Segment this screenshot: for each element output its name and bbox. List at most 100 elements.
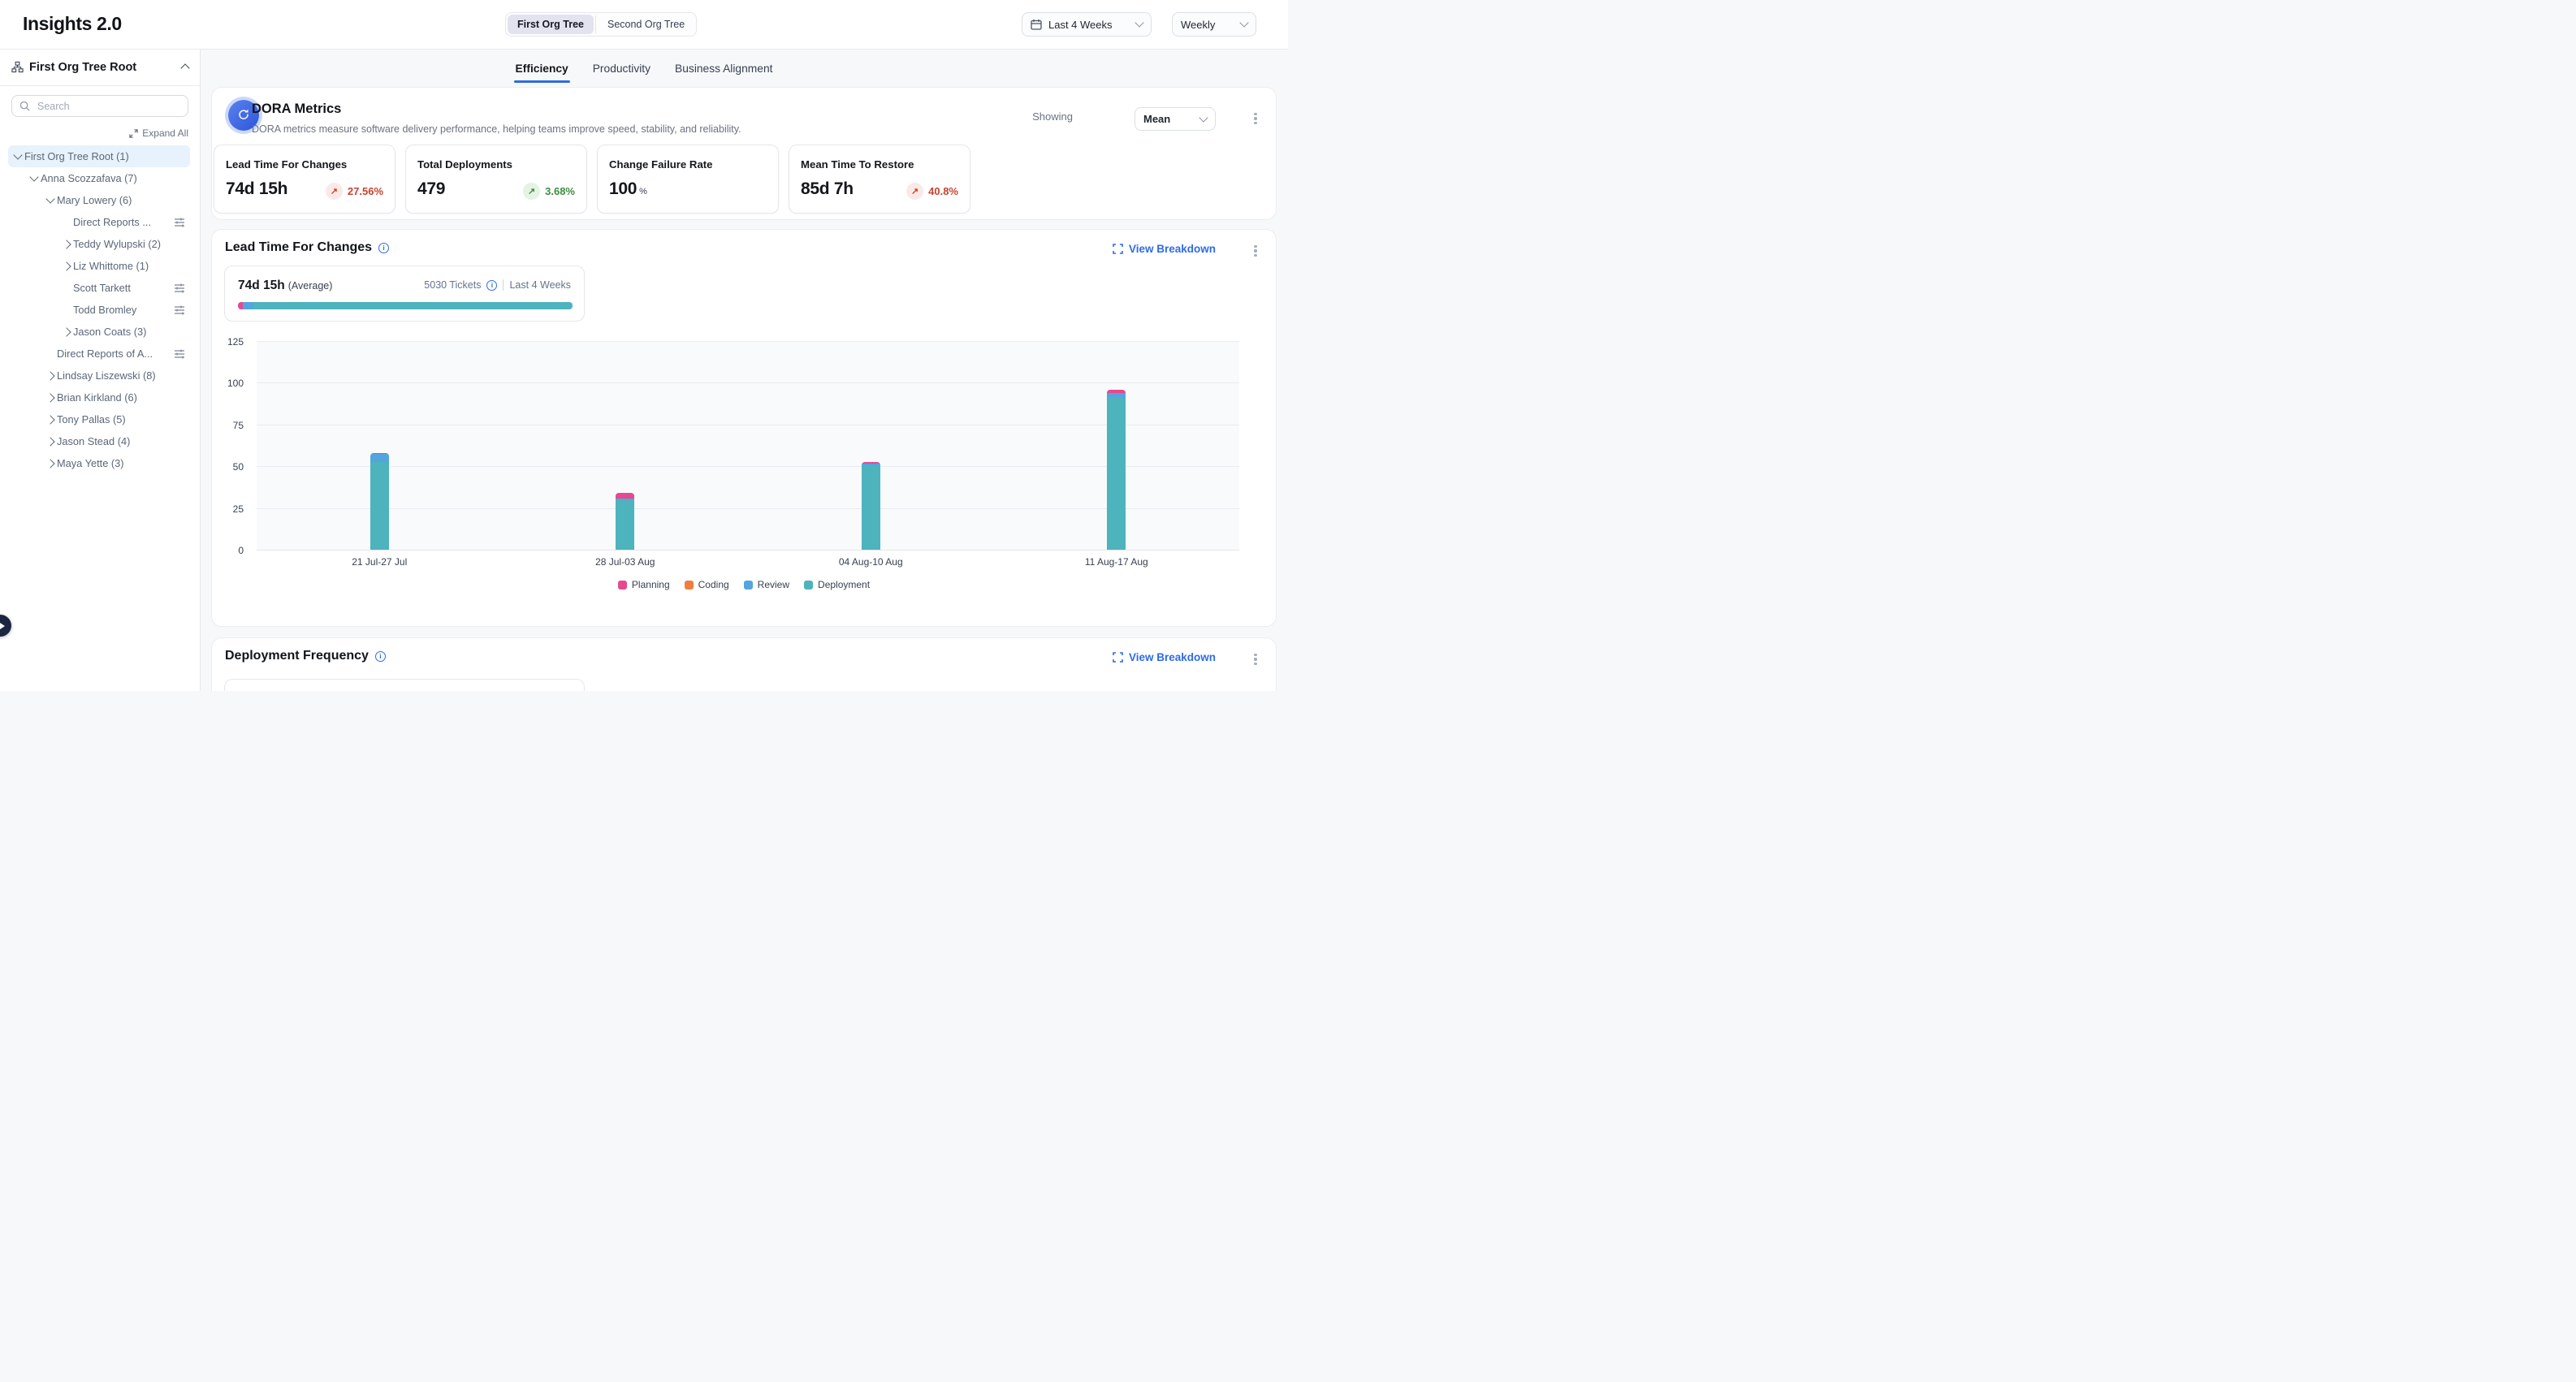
dora-title: DORA Metrics: [252, 101, 341, 117]
divider: [595, 15, 596, 33]
tree-item-label: Jason Coats (3): [73, 326, 200, 338]
insights-app: Insights 2.0 First Org TreeSecond Org Tr…: [0, 0, 1288, 691]
sliders-icon[interactable]: [174, 305, 185, 315]
lead-time-card: Lead Time For Changes i View Breakdown 7…: [212, 230, 1276, 626]
dora-menu-button[interactable]: [1250, 110, 1261, 127]
info-icon[interactable]: i: [486, 280, 497, 291]
sliders-icon[interactable]: [174, 283, 185, 293]
metric-delta: ↗3.68%: [523, 183, 575, 200]
dora-subtitle: DORA metrics measure software delivery p…: [252, 123, 741, 135]
stacked-bar-28-jul-03-aug: [616, 493, 634, 550]
expand-corners-icon: [1113, 652, 1123, 663]
date-range-dropdown[interactable]: Last 4 Weeks: [1022, 12, 1152, 37]
metric-value: 479: [417, 179, 445, 199]
main-tabs: Efficiency Productivity Business Alignment: [0, 49, 1288, 86]
tree-item-maya-yette[interactable]: Maya Yette (3): [0, 452, 200, 474]
tree-item-lindsay-liszewski[interactable]: Lindsay Liszewski (8): [0, 365, 200, 387]
chevron-down-icon[interactable]: [29, 172, 38, 181]
chevron-right-icon[interactable]: [45, 415, 54, 424]
calendar-icon: [1031, 19, 1042, 30]
expand-all-label: Expand All: [142, 127, 188, 139]
lead-time-view-breakdown[interactable]: View Breakdown: [1113, 243, 1216, 255]
expand-all-button[interactable]: Expand All: [129, 127, 188, 139]
gridline: [257, 382, 1239, 383]
chevron-right-icon[interactable]: [45, 393, 54, 402]
distribution-segment-review: [243, 302, 253, 309]
stacked-bar-04-aug-10-aug: [862, 462, 880, 550]
tree-item-scott-tarkett[interactable]: Scott Tarkett: [0, 277, 200, 299]
gridline: [257, 508, 1239, 509]
metric-card-total-deployments: Total Deployments 479 ↗3.68%: [405, 145, 587, 214]
tree-item-label: Teddy Wylupski (2): [73, 238, 200, 250]
lead-time-summary-meta: 5030 Tickets i Last 4 Weeks: [424, 279, 571, 291]
tab-productivity[interactable]: Productivity: [591, 53, 652, 83]
legend-item-deployment: Deployment: [804, 579, 870, 590]
deployment-frequency-view-breakdown[interactable]: View Breakdown: [1113, 651, 1216, 663]
tab-business-alignment[interactable]: Business Alignment: [673, 53, 774, 83]
page-title: Insights 2.0: [23, 13, 122, 35]
tree-item-tony-pallas[interactable]: Tony Pallas (5): [0, 408, 200, 430]
bar-segment-review: [370, 454, 389, 462]
bar-segment-deployment: [1107, 397, 1126, 550]
org-toggle-first-org-tree[interactable]: First Org Tree: [508, 15, 594, 34]
expand-corners-icon: [1113, 244, 1123, 254]
tree-item-brian-kirkland[interactable]: Brian Kirkland (6): [0, 387, 200, 408]
chevron-down-icon[interactable]: [45, 194, 54, 203]
average-label: (Average): [288, 280, 333, 292]
showing-dropdown[interactable]: Mean: [1135, 107, 1216, 131]
sliders-icon[interactable]: [174, 349, 185, 359]
chevron-right-icon[interactable]: [45, 437, 54, 446]
legend-swatch: [618, 581, 627, 590]
org-tree-toggle: First Org TreeSecond Org Tree: [505, 12, 697, 37]
lead-time-distribution-bar: [238, 302, 573, 309]
tree-item-label: Mary Lowery (6): [57, 194, 200, 206]
metric-title: Total Deployments: [417, 158, 512, 171]
legend-item-review: Review: [744, 579, 789, 590]
tree-item-label: Maya Yette (3): [57, 457, 200, 469]
bar-segment-deployment: [616, 499, 634, 551]
gridline: [257, 466, 1239, 467]
chevron-right-icon[interactable]: [45, 371, 54, 380]
chevron-down-icon[interactable]: [13, 150, 22, 159]
tree-item-mary-lowery[interactable]: Mary Lowery (6): [0, 189, 200, 211]
org-toggle-second-org-tree[interactable]: Second Org Tree: [598, 15, 694, 34]
chevron-right-icon[interactable]: [45, 459, 54, 468]
tree-item-todd-bromley[interactable]: Todd Bromley: [0, 299, 200, 321]
trend-up-icon: ↗: [326, 183, 343, 200]
tree-item-liz-whittome[interactable]: Liz Whittome (1): [0, 255, 200, 277]
tree-item-jason-coats[interactable]: Jason Coats (3): [0, 321, 200, 343]
sliders-icon[interactable]: [174, 218, 185, 227]
divider: [503, 279, 504, 291]
tree-item-first-org-tree-root[interactable]: First Org Tree Root (1): [0, 145, 200, 167]
y-tick-label: 50: [216, 461, 244, 473]
search-input[interactable]: [36, 100, 180, 113]
tree-item-label: Direct Reports ...: [73, 216, 174, 228]
sidebar-search: [11, 95, 188, 117]
chevron-right-icon[interactable]: [62, 240, 71, 248]
tree-item-anna-scozzafava[interactable]: Anna Scozzafava (7): [0, 167, 200, 189]
expand-icon: [129, 129, 138, 138]
tree-item-teddy-wylupski[interactable]: Teddy Wylupski (2): [0, 233, 200, 255]
x-tick-label: 28 Jul-03 Aug: [595, 556, 655, 568]
lead-time-menu-button[interactable]: [1250, 243, 1261, 259]
granularity-dropdown[interactable]: Weekly: [1172, 12, 1256, 37]
tree-item-label: Brian Kirkland (6): [57, 391, 200, 404]
chevron-right-icon[interactable]: [62, 261, 71, 270]
chart-legend: PlanningCodingReviewDeployment: [212, 579, 1276, 590]
tree-item-direct-reports[interactable]: Direct Reports ...: [0, 211, 200, 233]
info-icon[interactable]: i: [378, 243, 389, 253]
bar-segment-deployment: [370, 462, 389, 550]
info-icon[interactable]: i: [375, 651, 386, 662]
tree-item-jason-stead[interactable]: Jason Stead (4): [0, 430, 200, 452]
tab-efficiency[interactable]: Efficiency: [514, 53, 570, 83]
x-tick-label: 04 Aug-10 Aug: [839, 556, 903, 568]
metric-title: Lead Time For Changes: [226, 158, 347, 171]
chevron-right-icon[interactable]: [62, 327, 71, 336]
legend-swatch: [804, 581, 813, 590]
tree-item-direct-reports-of-a[interactable]: Direct Reports of A...: [0, 343, 200, 365]
deployment-frequency-menu-button[interactable]: [1250, 651, 1261, 667]
granularity-value: Weekly: [1181, 19, 1234, 31]
showing-value: Mean: [1143, 113, 1200, 125]
distribution-segment-deployment: [253, 302, 573, 309]
tree-item-label: First Org Tree Root (1): [24, 150, 200, 162]
